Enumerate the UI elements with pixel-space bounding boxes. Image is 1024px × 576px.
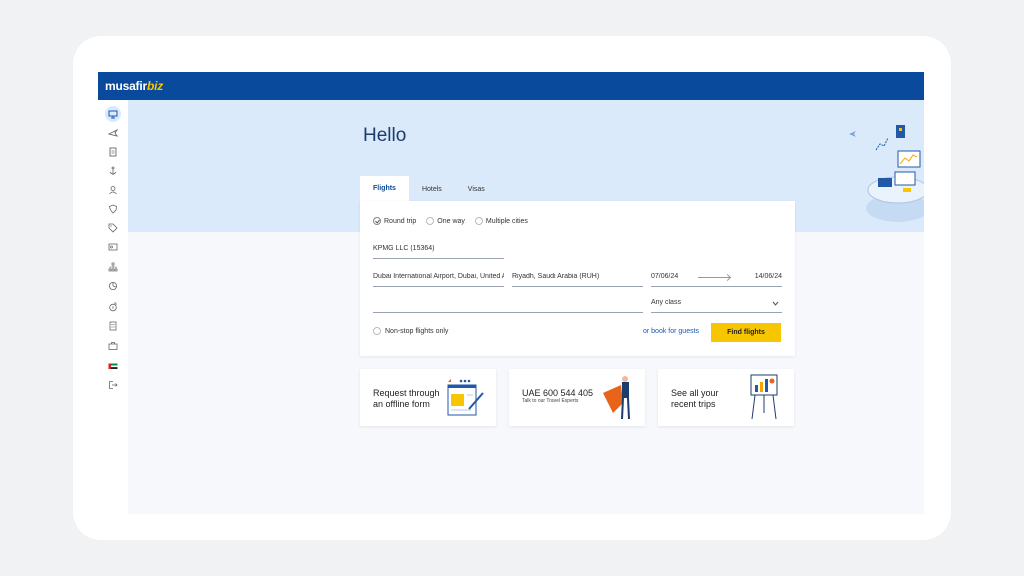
- expert-illustration: [603, 376, 630, 420]
- tab-flights[interactable]: Flights: [360, 176, 409, 202]
- cabin-class-value: Any class: [651, 299, 681, 306]
- offline-form-tile[interactable]: Request through an offline form: [360, 369, 496, 426]
- radio-unchecked-icon: [474, 217, 483, 225]
- multiple-cities-radio[interactable]: Multiple cities: [474, 217, 528, 225]
- user-badge-icon[interactable]: [106, 183, 120, 197]
- briefcase-icon[interactable]: [106, 339, 120, 353]
- company-field[interactable]: KPMG LLC (15364): [373, 245, 504, 259]
- destination-field[interactable]: Riyadh, Saudi Arabia (RUH): [512, 273, 643, 287]
- tab-visas[interactable]: Visas: [455, 176, 498, 202]
- book-for-guests-link[interactable]: or book for guests: [643, 328, 699, 335]
- nonstop-label: Non-stop flights only: [385, 327, 449, 335]
- flight-search-card: Round trip One way Multiple cities KPMG …: [360, 201, 795, 356]
- radio-label: Multiple cities: [485, 217, 528, 225]
- travel-illustration: [849, 125, 924, 222]
- shield-icon[interactable]: [106, 202, 120, 216]
- pie-chart-icon[interactable]: [106, 279, 120, 293]
- one-way-radio[interactable]: One way: [426, 217, 465, 225]
- dashboard-icon[interactable]: [105, 106, 121, 122]
- id-card-icon[interactable]: [106, 240, 120, 254]
- date-range-field[interactable]: 07/06/24 14/06/24: [651, 273, 782, 287]
- return-date: 14/06/24: [754, 273, 782, 280]
- radio-label: Round trip: [384, 217, 417, 225]
- building-icon[interactable]: [106, 319, 120, 333]
- tile-label: Request through an offline form: [373, 388, 440, 409]
- round-trip-radio[interactable]: Round trip: [373, 217, 416, 225]
- brand-logo[interactable]: musafirbiz: [105, 79, 163, 93]
- date-arrow-icon: [698, 277, 730, 278]
- sidebar: [98, 100, 128, 514]
- brand-accent: biz: [146, 79, 164, 93]
- nonstop-toggle[interactable]: Non-stop flights only: [373, 327, 448, 335]
- logout-icon[interactable]: [106, 378, 120, 392]
- chevron-down-icon: [772, 301, 779, 306]
- document-icon[interactable]: [106, 145, 120, 159]
- radio-unchecked-icon: [373, 327, 381, 335]
- radio-label: One way: [437, 217, 465, 225]
- tab-hotels[interactable]: Hotels: [409, 176, 455, 202]
- phone-subtitle: Talk to our Travel Experts: [522, 398, 579, 404]
- phone-support-tile[interactable]: UAE 600 544 405 Talk to our Travel Exper…: [509, 369, 645, 426]
- page-title: Hello: [363, 125, 407, 146]
- depart-date: 07/06/24: [651, 273, 679, 280]
- recent-trips-tile[interactable]: See all your recent trips: [658, 369, 794, 426]
- tag-icon[interactable]: [106, 221, 120, 235]
- travellers-field[interactable]: [373, 299, 643, 313]
- brand-name: musafir: [105, 79, 147, 93]
- tile-label: See all your recent trips: [671, 388, 719, 409]
- cabin-class-select[interactable]: Any class: [651, 299, 782, 313]
- radio-unchecked-icon: [426, 217, 435, 225]
- trip-type-group: Round trip One way Multiple cities: [373, 217, 528, 225]
- top-bar: musafirbiz: [98, 72, 924, 100]
- hierarchy-icon[interactable]: [106, 260, 120, 274]
- flight-icon[interactable]: [106, 126, 120, 140]
- uae-flag-icon[interactable]: [106, 359, 120, 373]
- anchor-icon[interactable]: [106, 164, 120, 178]
- radio-checked-icon: [373, 217, 381, 225]
- app-window: musafirbiz Hello Flights Hotels Visas Ro…: [98, 72, 924, 514]
- origin-field[interactable]: Dubai International Airport, Dubai, Unit…: [373, 273, 504, 287]
- form-illustration: [447, 379, 484, 416]
- money-icon[interactable]: [106, 300, 120, 314]
- booking-tabs: Flights Hotels Visas: [360, 176, 498, 202]
- find-flights-button[interactable]: Find flights: [711, 323, 781, 342]
- presentation-board-illustration: [750, 374, 778, 420]
